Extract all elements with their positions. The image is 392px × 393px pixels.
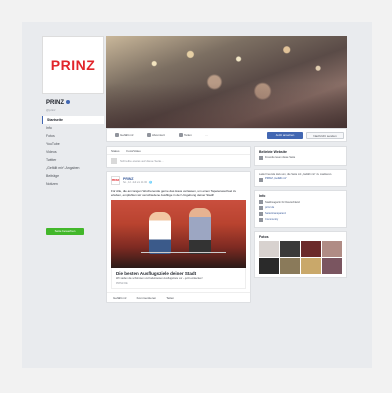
photo-thumb[interactable] (259, 257, 279, 274)
post-share-button[interactable]: Teilen (166, 296, 174, 300)
info-header: Info (259, 194, 266, 199)
thumbs-up-icon (115, 133, 119, 138)
composer-input[interactable]: Schreibe etwas auf diese Seite... (107, 155, 250, 167)
post-like-button[interactable]: Gefällt mir (113, 296, 127, 300)
post-header: PRINZ PRINZ So., 12. Juli um 11:00 · 🌐 (107, 172, 250, 189)
post-avatar[interactable]: PRINZ (111, 176, 120, 185)
timeline: Status Foto/Video Schreibe etwas auf die… (106, 146, 251, 306)
nav-item-notes[interactable]: Notizen (42, 180, 104, 188)
share-icon (179, 133, 183, 138)
link-source: PRINZ.DE (111, 282, 246, 290)
logo-text: PRINZ (50, 57, 96, 73)
photo-thumb[interactable] (280, 257, 300, 274)
website-link[interactable]: prinz.de (265, 206, 274, 211)
suggested-card: Beliebte Website Freunde lesen diese Sei… (254, 146, 347, 166)
suggested-item[interactable]: Freunde lesen diese Seite (265, 156, 295, 159)
composer: Status Foto/Video Schreibe etwas auf die… (106, 146, 251, 168)
rss-icon (147, 133, 151, 138)
person-figure (189, 208, 211, 254)
follow-page-button[interactable]: Abonniert (147, 132, 165, 139)
page-name[interactable]: PRINZ (46, 100, 70, 106)
facebook-page: PRINZ PRINZ @prinz Startseite Info Fotos… (42, 36, 347, 356)
link-title[interactable]: Die besten Ausflugsziele deiner Stadt (111, 268, 246, 277)
nav-item-photos[interactable]: Fotos (42, 132, 104, 140)
info-card: Info Stadtmagazin für Deutschland prinz.… (254, 190, 347, 228)
person-figure (149, 212, 171, 254)
bike-shape (141, 252, 226, 264)
nav-item-twitter[interactable]: Twitter (42, 156, 104, 164)
photo-thumb[interactable] (259, 240, 279, 257)
screenshot-frame: PRINZ PRINZ @prinz Startseite Info Fotos… (22, 22, 372, 368)
community-link[interactable]: Community (265, 218, 278, 223)
photo-thumb[interactable] (301, 240, 321, 257)
photos-card: Fotos (254, 230, 347, 278)
left-column: PRINZ PRINZ @prinz Startseite Info Fotos… (42, 36, 104, 356)
photo-thumb[interactable] (322, 257, 342, 274)
avatar (111, 158, 117, 164)
more-button[interactable]: ··· (205, 132, 208, 139)
invite-link[interactable]: PRINZ „Gefällt mir“ (265, 177, 287, 182)
cover-overlay (106, 83, 347, 128)
nav-item-likes[interactable]: „Gefällt mir“-Angaben (42, 164, 104, 172)
people-icon (259, 218, 263, 223)
photo-grid (259, 240, 342, 274)
nav-item-youtube[interactable]: YouTube (42, 140, 104, 148)
photos-header[interactable]: Fotos (259, 235, 342, 239)
composer-placeholder: Schreibe etwas auf diese Seite... (120, 159, 164, 163)
photo-thumb[interactable] (301, 257, 321, 274)
avatar (259, 177, 263, 182)
cover-photo[interactable] (106, 36, 347, 128)
post-link-image[interactable] (111, 200, 246, 268)
nav-item-home[interactable]: Startseite (42, 116, 104, 124)
like-page-button[interactable]: Gefällt mir (115, 132, 134, 139)
promote-button[interactable]: Seite bewerben (46, 228, 84, 235)
post-text: Für Alle, die am langen Wochenende gerne… (111, 189, 237, 197)
cta-button[interactable]: Jetzt ansehen (267, 132, 303, 139)
post: PRINZ PRINZ So., 12. Juli um 11:00 · 🌐 F… (106, 171, 251, 304)
people-icon (259, 156, 263, 160)
post-timestamp[interactable]: So., 12. Juli um 11:00 · 🌐 (123, 181, 152, 184)
globe-icon (259, 206, 263, 211)
info-icon (259, 200, 263, 205)
page-logo[interactable]: PRINZ (42, 36, 104, 94)
invite-text: Lade Freunde dazu ein, die Seite mit „Ge… (259, 172, 333, 176)
post-comment-button[interactable]: Kommentieren (137, 296, 157, 300)
right-column: Beliebte Website Freunde lesen diese Sei… (254, 146, 347, 281)
composer-tabs: Status Foto/Video (107, 147, 250, 155)
nav-item-videos[interactable]: Videos (42, 148, 104, 156)
page-nav: Startseite Info Fotos YouTube Videos Twi… (42, 116, 104, 188)
invite-card: Lade Freunde dazu ein, die Seite mit „Ge… (254, 168, 347, 188)
share-page-button[interactable]: Teilen (179, 132, 192, 139)
nav-item-posts[interactable]: Beiträge (42, 172, 104, 180)
transparency-link[interactable]: Seitentransparenz (265, 212, 286, 217)
post-actions: Gefällt mir Kommentieren Teilen (107, 292, 250, 302)
photo-thumb[interactable] (280, 240, 300, 257)
composer-tab-status[interactable]: Status (111, 149, 120, 153)
send-message-button[interactable]: Nachricht senden (306, 132, 344, 139)
verified-badge-icon (66, 100, 70, 105)
page-handle[interactable]: @prinz (46, 108, 56, 112)
photo-thumb[interactable] (322, 240, 342, 257)
nav-item-info[interactable]: Info (42, 124, 104, 132)
page-action-bar: Gefällt mir Abonniert Teilen ··· Jetzt a… (106, 128, 347, 142)
composer-tab-photo[interactable]: Foto/Video (126, 149, 140, 153)
flag-icon (259, 212, 263, 217)
suggested-header: Beliebte Website (259, 150, 287, 154)
